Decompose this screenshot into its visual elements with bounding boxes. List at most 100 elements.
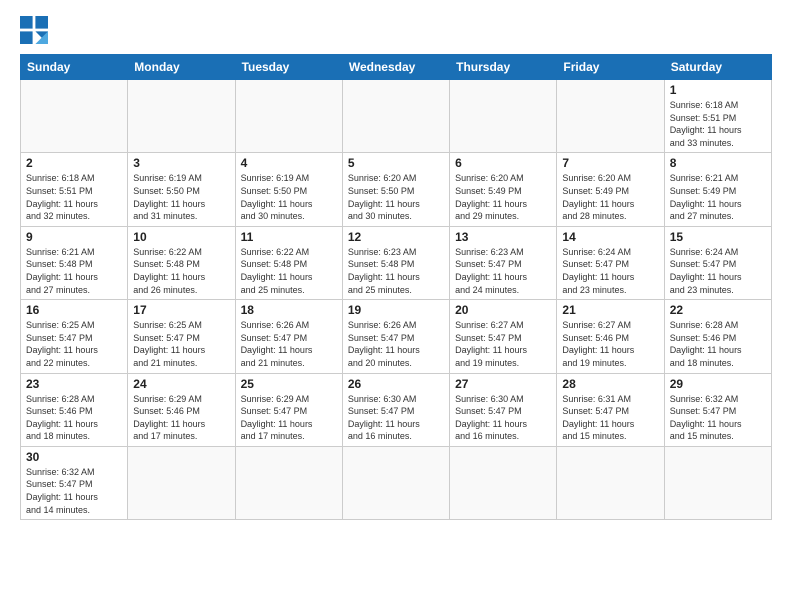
day-info: Sunrise: 6:28 AMSunset: 5:46 PMDaylight:… (670, 319, 766, 369)
calendar-cell: 23 Sunrise: 6:28 AMSunset: 5:46 PMDayligh… (21, 373, 128, 446)
calendar-cell (342, 80, 449, 153)
day-info: Sunrise: 6:28 AMSunset: 5:46 PMDaylight:… (26, 393, 122, 443)
calendar-cell: 3 Sunrise: 6:19 AMSunset: 5:50 PMDaylight… (128, 153, 235, 226)
day-number: 29 (670, 377, 766, 391)
day-number: 17 (133, 303, 229, 317)
calendar-cell (128, 446, 235, 519)
calendar-week-row: 1 Sunrise: 6:18 AMSunset: 5:51 PMDaylight… (21, 80, 772, 153)
day-info: Sunrise: 6:23 AMSunset: 5:47 PMDaylight:… (455, 246, 551, 296)
calendar-cell (235, 446, 342, 519)
day-number: 2 (26, 156, 122, 170)
day-number: 3 (133, 156, 229, 170)
day-info: Sunrise: 6:22 AMSunset: 5:48 PMDaylight:… (133, 246, 229, 296)
calendar-cell: 1 Sunrise: 6:18 AMSunset: 5:51 PMDaylight… (664, 80, 771, 153)
calendar-cell: 20 Sunrise: 6:27 AMSunset: 5:47 PMDayligh… (450, 300, 557, 373)
calendar-cell: 7 Sunrise: 6:20 AMSunset: 5:49 PMDaylight… (557, 153, 664, 226)
day-info: Sunrise: 6:20 AMSunset: 5:50 PMDaylight:… (348, 172, 444, 222)
day-number: 14 (562, 230, 658, 244)
day-number: 11 (241, 230, 337, 244)
weekday-header: Thursday (450, 55, 557, 80)
calendar-cell: 14 Sunrise: 6:24 AMSunset: 5:47 PMDayligh… (557, 226, 664, 299)
calendar-cell: 2Sunrise: 6:18 AMSunset: 5:51 PMDaylight… (21, 153, 128, 226)
calendar-cell (342, 446, 449, 519)
day-number: 6 (455, 156, 551, 170)
day-info: Sunrise: 6:25 AMSunset: 5:47 PMDaylight:… (133, 319, 229, 369)
day-info: Sunrise: 6:26 AMSunset: 5:47 PMDaylight:… (241, 319, 337, 369)
day-number: 1 (670, 83, 766, 97)
day-number: 7 (562, 156, 658, 170)
calendar-header-row: SundayMondayTuesdayWednesdayThursdayFrid… (21, 55, 772, 80)
day-number: 16 (26, 303, 122, 317)
calendar-cell: 12Sunrise: 6:23 AMSunset: 5:48 PMDayligh… (342, 226, 449, 299)
weekday-header: Sunday (21, 55, 128, 80)
calendar-cell: 13 Sunrise: 6:23 AMSunset: 5:47 PMDayligh… (450, 226, 557, 299)
calendar-cell (557, 80, 664, 153)
day-info: Sunrise: 6:23 AMSunset: 5:48 PMDaylight:… (348, 246, 444, 296)
day-info: Sunrise: 6:29 AMSunset: 5:46 PMDaylight:… (133, 393, 229, 443)
day-number: 25 (241, 377, 337, 391)
day-number: 20 (455, 303, 551, 317)
day-info: Sunrise: 6:25 AMSunset: 5:47 PMDaylight:… (26, 319, 122, 369)
calendar-cell: 25 Sunrise: 6:29 AMSunset: 5:47 PMDayligh… (235, 373, 342, 446)
day-number: 9 (26, 230, 122, 244)
calendar-cell: 22Sunrise: 6:28 AMSunset: 5:46 PMDayligh… (664, 300, 771, 373)
calendar-cell: 11Sunrise: 6:22 AMSunset: 5:48 PMDayligh… (235, 226, 342, 299)
calendar-cell (128, 80, 235, 153)
calendar-cell: 17 Sunrise: 6:25 AMSunset: 5:47 PMDayligh… (128, 300, 235, 373)
day-info: Sunrise: 6:26 AMSunset: 5:47 PMDaylight:… (348, 319, 444, 369)
calendar-cell: 10 Sunrise: 6:22 AMSunset: 5:48 PMDayligh… (128, 226, 235, 299)
day-number: 13 (455, 230, 551, 244)
calendar-cell: 30 Sunrise: 6:32 AMSunset: 5:47 PMDayligh… (21, 446, 128, 519)
calendar-cell: 27 Sunrise: 6:30 AMSunset: 5:47 PMDayligh… (450, 373, 557, 446)
day-number: 21 (562, 303, 658, 317)
day-info: Sunrise: 6:30 AMSunset: 5:47 PMDaylight:… (455, 393, 551, 443)
calendar-cell: 6 Sunrise: 6:20 AMSunset: 5:49 PMDaylight… (450, 153, 557, 226)
day-number: 26 (348, 377, 444, 391)
calendar-cell (21, 80, 128, 153)
weekday-header: Tuesday (235, 55, 342, 80)
calendar-cell (450, 446, 557, 519)
calendar-cell (235, 80, 342, 153)
day-info: Sunrise: 6:29 AMSunset: 5:47 PMDaylight:… (241, 393, 337, 443)
weekday-header: Wednesday (342, 55, 449, 80)
page-header (20, 16, 772, 44)
calendar-cell: 29Sunrise: 6:32 AMSunset: 5:47 PMDayligh… (664, 373, 771, 446)
day-number: 27 (455, 377, 551, 391)
calendar-week-row: 23 Sunrise: 6:28 AMSunset: 5:46 PMDayligh… (21, 373, 772, 446)
day-info: Sunrise: 6:21 AMSunset: 5:49 PMDaylight:… (670, 172, 766, 222)
logo (20, 16, 52, 44)
day-number: 15 (670, 230, 766, 244)
day-info: Sunrise: 6:18 AMSunset: 5:51 PMDaylight:… (670, 99, 766, 149)
day-info: Sunrise: 6:20 AMSunset: 5:49 PMDaylight:… (562, 172, 658, 222)
calendar-cell: 24 Sunrise: 6:29 AMSunset: 5:46 PMDayligh… (128, 373, 235, 446)
day-info: Sunrise: 6:21 AMSunset: 5:48 PMDaylight:… (26, 246, 122, 296)
calendar-cell: 5Sunrise: 6:20 AMSunset: 5:50 PMDaylight… (342, 153, 449, 226)
calendar-cell: 15 Sunrise: 6:24 AMSunset: 5:47 PMDayligh… (664, 226, 771, 299)
day-info: Sunrise: 6:32 AMSunset: 5:47 PMDaylight:… (26, 466, 122, 516)
day-number: 10 (133, 230, 229, 244)
calendar-cell: 16 Sunrise: 6:25 AMSunset: 5:47 PMDayligh… (21, 300, 128, 373)
weekday-header: Saturday (664, 55, 771, 80)
day-info: Sunrise: 6:27 AMSunset: 5:47 PMDaylight:… (455, 319, 551, 369)
calendar-cell: 9 Sunrise: 6:21 AMSunset: 5:48 PMDaylight… (21, 226, 128, 299)
day-info: Sunrise: 6:20 AMSunset: 5:49 PMDaylight:… (455, 172, 551, 222)
calendar-week-row: 16 Sunrise: 6:25 AMSunset: 5:47 PMDayligh… (21, 300, 772, 373)
day-number: 24 (133, 377, 229, 391)
day-number: 28 (562, 377, 658, 391)
day-info: Sunrise: 6:31 AMSunset: 5:47 PMDaylight:… (562, 393, 658, 443)
calendar-cell (557, 446, 664, 519)
day-number: 18 (241, 303, 337, 317)
day-number: 30 (26, 450, 122, 464)
day-info: Sunrise: 6:27 AMSunset: 5:46 PMDaylight:… (562, 319, 658, 369)
day-number: 23 (26, 377, 122, 391)
weekday-header: Monday (128, 55, 235, 80)
day-info: Sunrise: 6:24 AMSunset: 5:47 PMDaylight:… (562, 246, 658, 296)
calendar-week-row: 9 Sunrise: 6:21 AMSunset: 5:48 PMDaylight… (21, 226, 772, 299)
calendar-week-row: 30 Sunrise: 6:32 AMSunset: 5:47 PMDayligh… (21, 446, 772, 519)
day-number: 19 (348, 303, 444, 317)
day-info: Sunrise: 6:24 AMSunset: 5:47 PMDaylight:… (670, 246, 766, 296)
calendar-cell: 19 Sunrise: 6:26 AMSunset: 5:47 PMDayligh… (342, 300, 449, 373)
day-number: 8 (670, 156, 766, 170)
weekday-header: Friday (557, 55, 664, 80)
day-info: Sunrise: 6:19 AMSunset: 5:50 PMDaylight:… (133, 172, 229, 222)
